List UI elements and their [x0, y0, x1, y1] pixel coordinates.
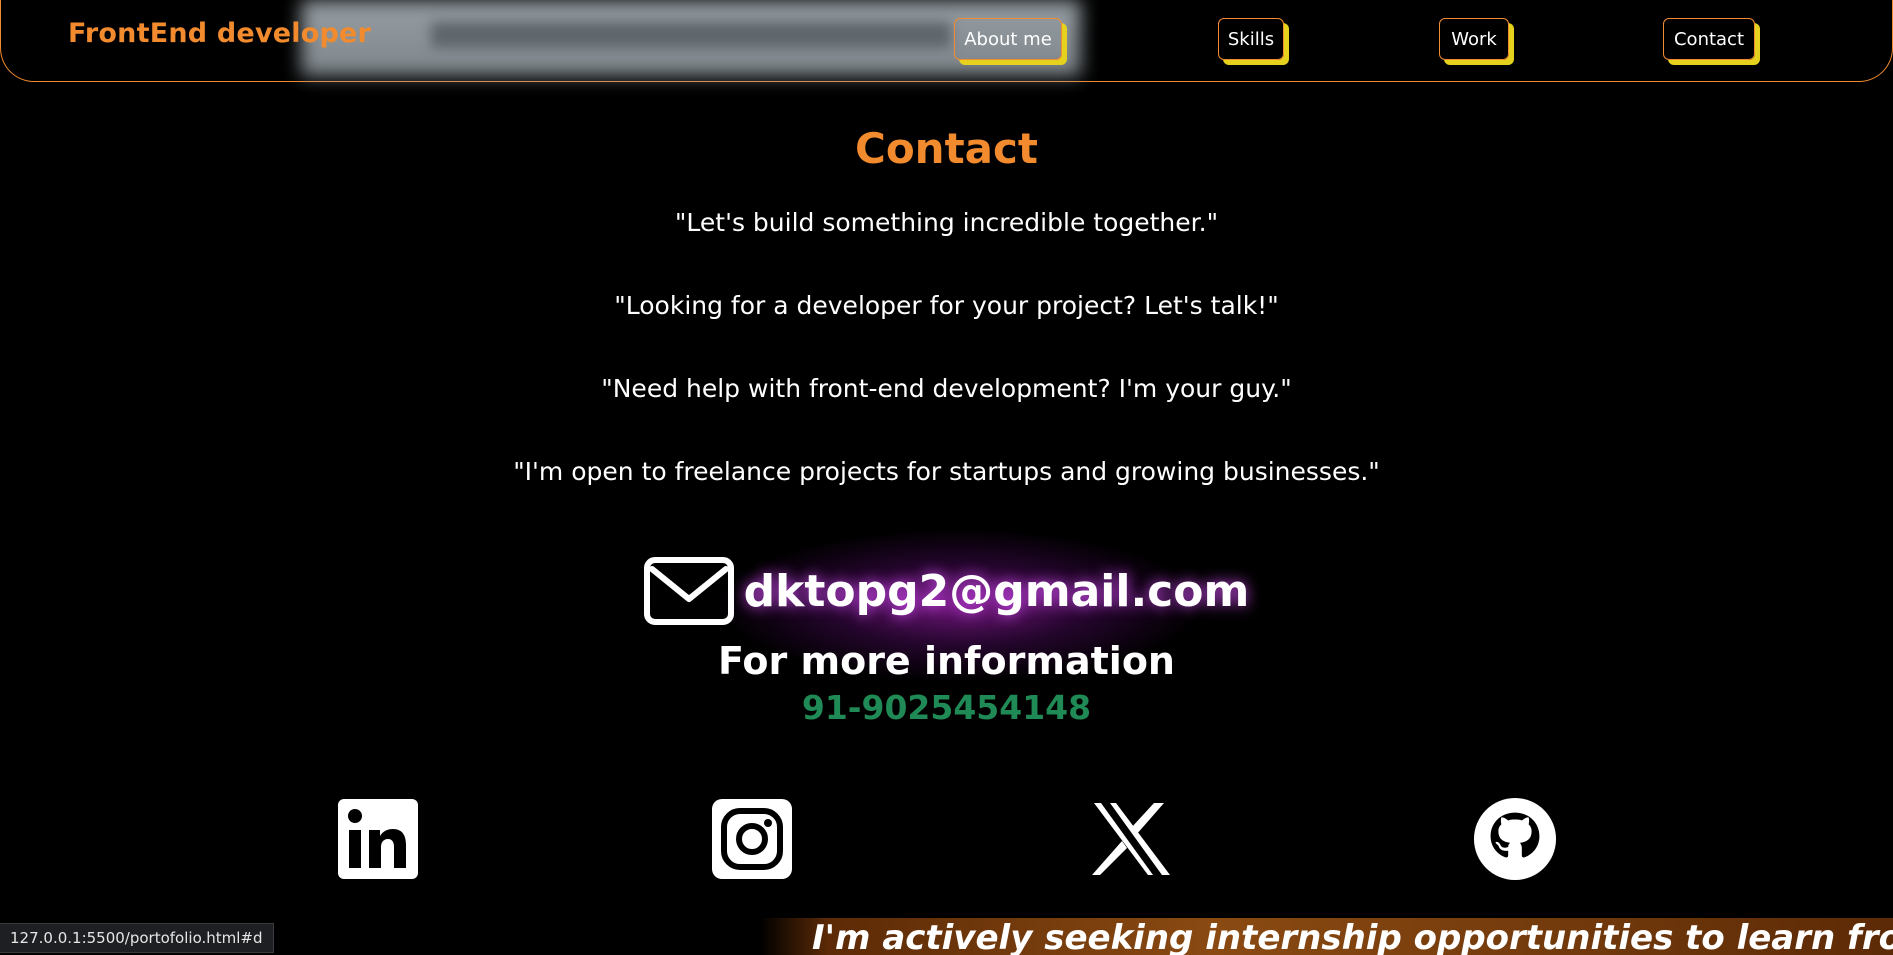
nav-contact-button[interactable]: Contact: [1663, 18, 1755, 60]
nav-work-button[interactable]: Work: [1439, 18, 1509, 60]
contact-quote-1: "Let's build something incredible togeth…: [674, 208, 1219, 237]
nav-skills-button[interactable]: Skills: [1218, 18, 1284, 60]
contact-heading: Contact: [855, 124, 1038, 173]
status-url: 127.0.0.1:5500/portofolio.html#d: [10, 929, 263, 947]
x-icon[interactable]: [1090, 797, 1174, 881]
brand-title[interactable]: FrontEnd developer: [68, 18, 371, 49]
github-icon[interactable]: [1473, 797, 1557, 881]
contact-quote-4: "I'm open to freelance projects for star…: [513, 457, 1380, 486]
phone-number[interactable]: 91-9025454148: [0, 688, 1893, 727]
email-link[interactable]: dktopg2@gmail.com: [0, 555, 1893, 627]
instagram-icon[interactable]: [710, 797, 794, 881]
navbar: FrontEnd developer About me Skills Work …: [0, 0, 1893, 82]
linkedin-icon[interactable]: [336, 797, 420, 881]
nav-about-me-button[interactable]: About me: [954, 18, 1062, 60]
browser-status-bar: 127.0.0.1:5500/portofolio.html#d: [0, 923, 274, 953]
contact-quote-2: "Looking for a developer for your projec…: [614, 291, 1279, 320]
contact-quote-3: "Need help with front-end development? I…: [601, 374, 1292, 403]
envelope-icon: [643, 557, 734, 625]
email-address: dktopg2@gmail.com: [743, 565, 1250, 617]
marquee-text: I'm actively seeking internship opportun…: [812, 918, 1893, 955]
blurred-overlay-strip: [431, 22, 951, 48]
internship-marquee: I'm actively seeking internship opportun…: [760, 918, 1893, 955]
more-info-heading: For more information: [718, 639, 1175, 683]
